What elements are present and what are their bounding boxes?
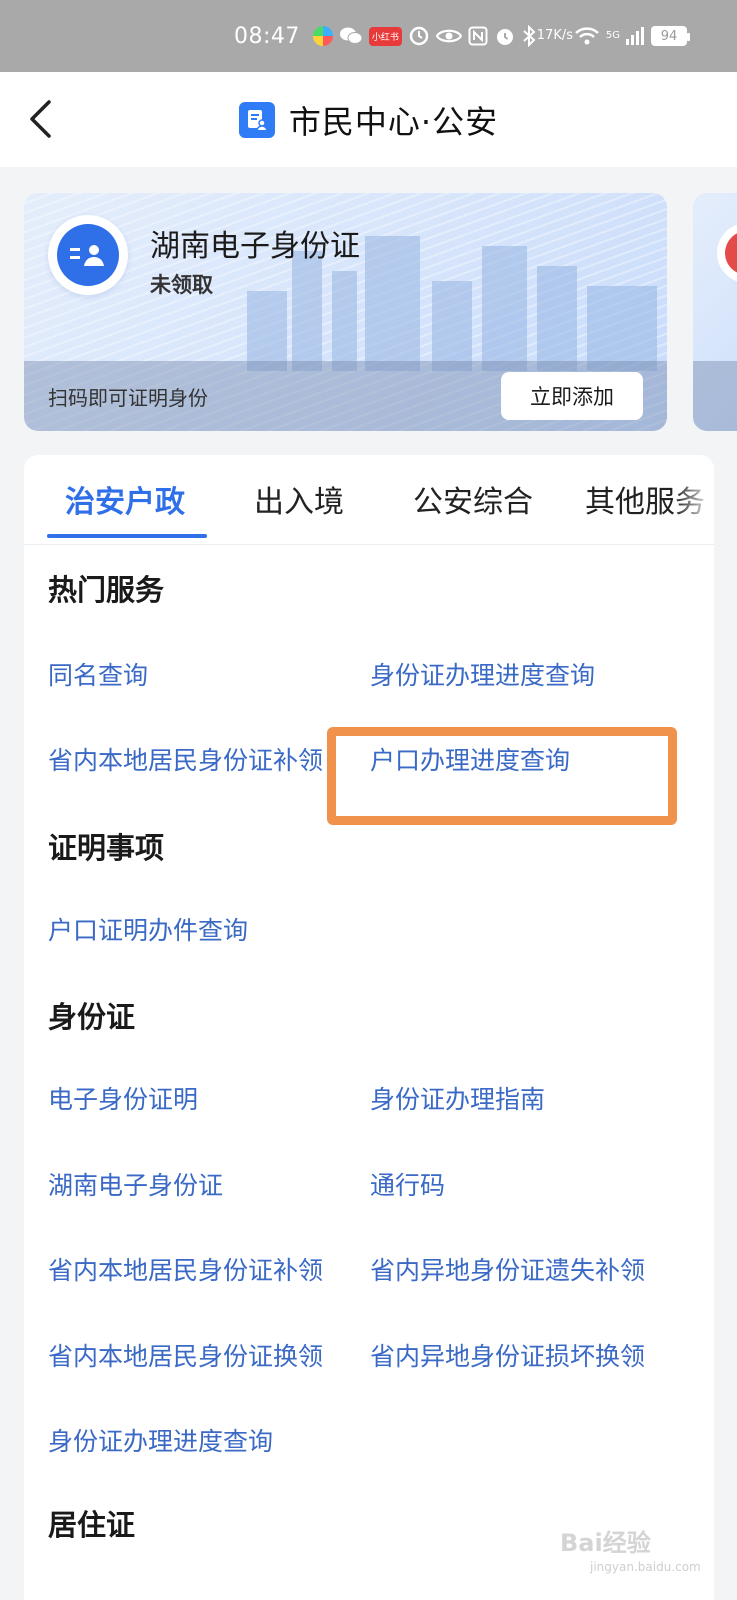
alarm-icon <box>494 25 516 47</box>
title-area: 市民中心·公安 <box>238 97 499 143</box>
eye-icon <box>435 27 462 45</box>
tab-entry-exit[interactable]: 出入境 <box>254 477 344 521</box>
section-title-certificate: 证明事项 <box>48 831 165 865</box>
highlight-annotation-box <box>327 727 677 825</box>
section-title-id: 身份证 <box>48 1000 136 1034</box>
electronic-id-card[interactable]: 湖南电子身份证 未领取 扫码即可证明身份 立即添加 <box>24 193 667 431</box>
app-notification-icon <box>312 26 333 46</box>
next-card-footer <box>693 361 737 431</box>
service-link[interactable]: 通行码 <box>370 1166 445 1202</box>
speed-unit: K/s <box>553 28 573 43</box>
service-link[interactable]: 省内本地居民身份证补领 <box>48 1251 323 1287</box>
status-bar: 08:47 小红书 17 K/s 5G 94 <box>0 0 737 72</box>
service-link[interactable]: 同名查询 <box>48 656 148 692</box>
wechat-icon <box>339 26 363 46</box>
service-link[interactable]: 省内本地居民身份证换领 <box>48 1337 323 1373</box>
battery-icon: 94 <box>651 26 690 46</box>
add-now-button[interactable]: 立即添加 <box>501 372 643 420</box>
header: 市民中心·公安 <box>0 72 737 167</box>
service-link[interactable]: 身份证办理进度查询 <box>370 656 595 692</box>
document-person-icon <box>238 101 275 138</box>
back-button[interactable] <box>18 96 62 142</box>
tab-general[interactable]: 公安综合 <box>413 477 533 521</box>
watermark-url: jingyan.baidu.com <box>590 1560 701 1574</box>
section-title-residence: 居住证 <box>48 1508 136 1542</box>
network-type: 5G <box>605 30 620 41</box>
status-time: 08:47 <box>233 23 300 49</box>
card-footer: 扫码即可证明身份 立即添加 <box>24 361 667 431</box>
card-title: 湖南电子身份证 <box>150 229 360 264</box>
card-status: 未领取 <box>150 273 213 297</box>
tabs-fade-overlay <box>674 455 714 543</box>
network-speed: 17 K/s <box>537 29 573 43</box>
page-title: 市民中心·公安 <box>288 102 499 141</box>
next-card-icon <box>717 223 737 283</box>
watermark-text: Bai经验 <box>560 1528 651 1557</box>
service-link[interactable]: 湖南电子身份证 <box>48 1166 223 1202</box>
service-link[interactable]: 电子身份证明 <box>48 1080 198 1116</box>
signal-icon: 5G <box>606 31 620 41</box>
nfc-icon <box>468 26 488 46</box>
bluetooth-icon <box>522 25 536 47</box>
category-tabs: 治安户政 出入境 公安综合 其他服务 <box>24 455 714 545</box>
chevron-left-icon <box>30 100 51 138</box>
wifi-icon <box>574 26 600 46</box>
next-card-peek[interactable] <box>693 193 737 431</box>
active-tab-indicator <box>47 534 207 538</box>
baidu-watermark: Bai经验 <box>560 1515 710 1565</box>
id-card-icon <box>48 215 128 295</box>
service-link[interactable]: 省内异地身份证遗失补领 <box>370 1251 645 1287</box>
speed-value: 17 <box>536 28 554 43</box>
section-title-hot: 热门服务 <box>48 573 165 607</box>
battery-level: 94 <box>660 28 678 44</box>
service-link[interactable]: 省内本地居民身份证补领 <box>48 741 323 777</box>
card-hint: 扫码即可证明身份 <box>48 385 208 410</box>
service-link[interactable]: 身份证办理进度查询 <box>48 1422 273 1458</box>
sync-icon <box>408 25 430 47</box>
services-panel: 治安户政 出入境 公安综合 其他服务 热门服务 同名查询 身份证办理进度查询 省… <box>24 455 714 1600</box>
service-link[interactable]: 身份证办理指南 <box>370 1080 545 1116</box>
xiaohongshu-icon: 小红书 <box>368 26 402 46</box>
service-link[interactable]: 省内异地身份证损坏换领 <box>370 1337 645 1373</box>
tab-public-security[interactable]: 治安户政 <box>65 477 185 521</box>
signal-bars-icon <box>626 27 644 45</box>
service-link[interactable]: 户口证明办件查询 <box>48 911 248 947</box>
